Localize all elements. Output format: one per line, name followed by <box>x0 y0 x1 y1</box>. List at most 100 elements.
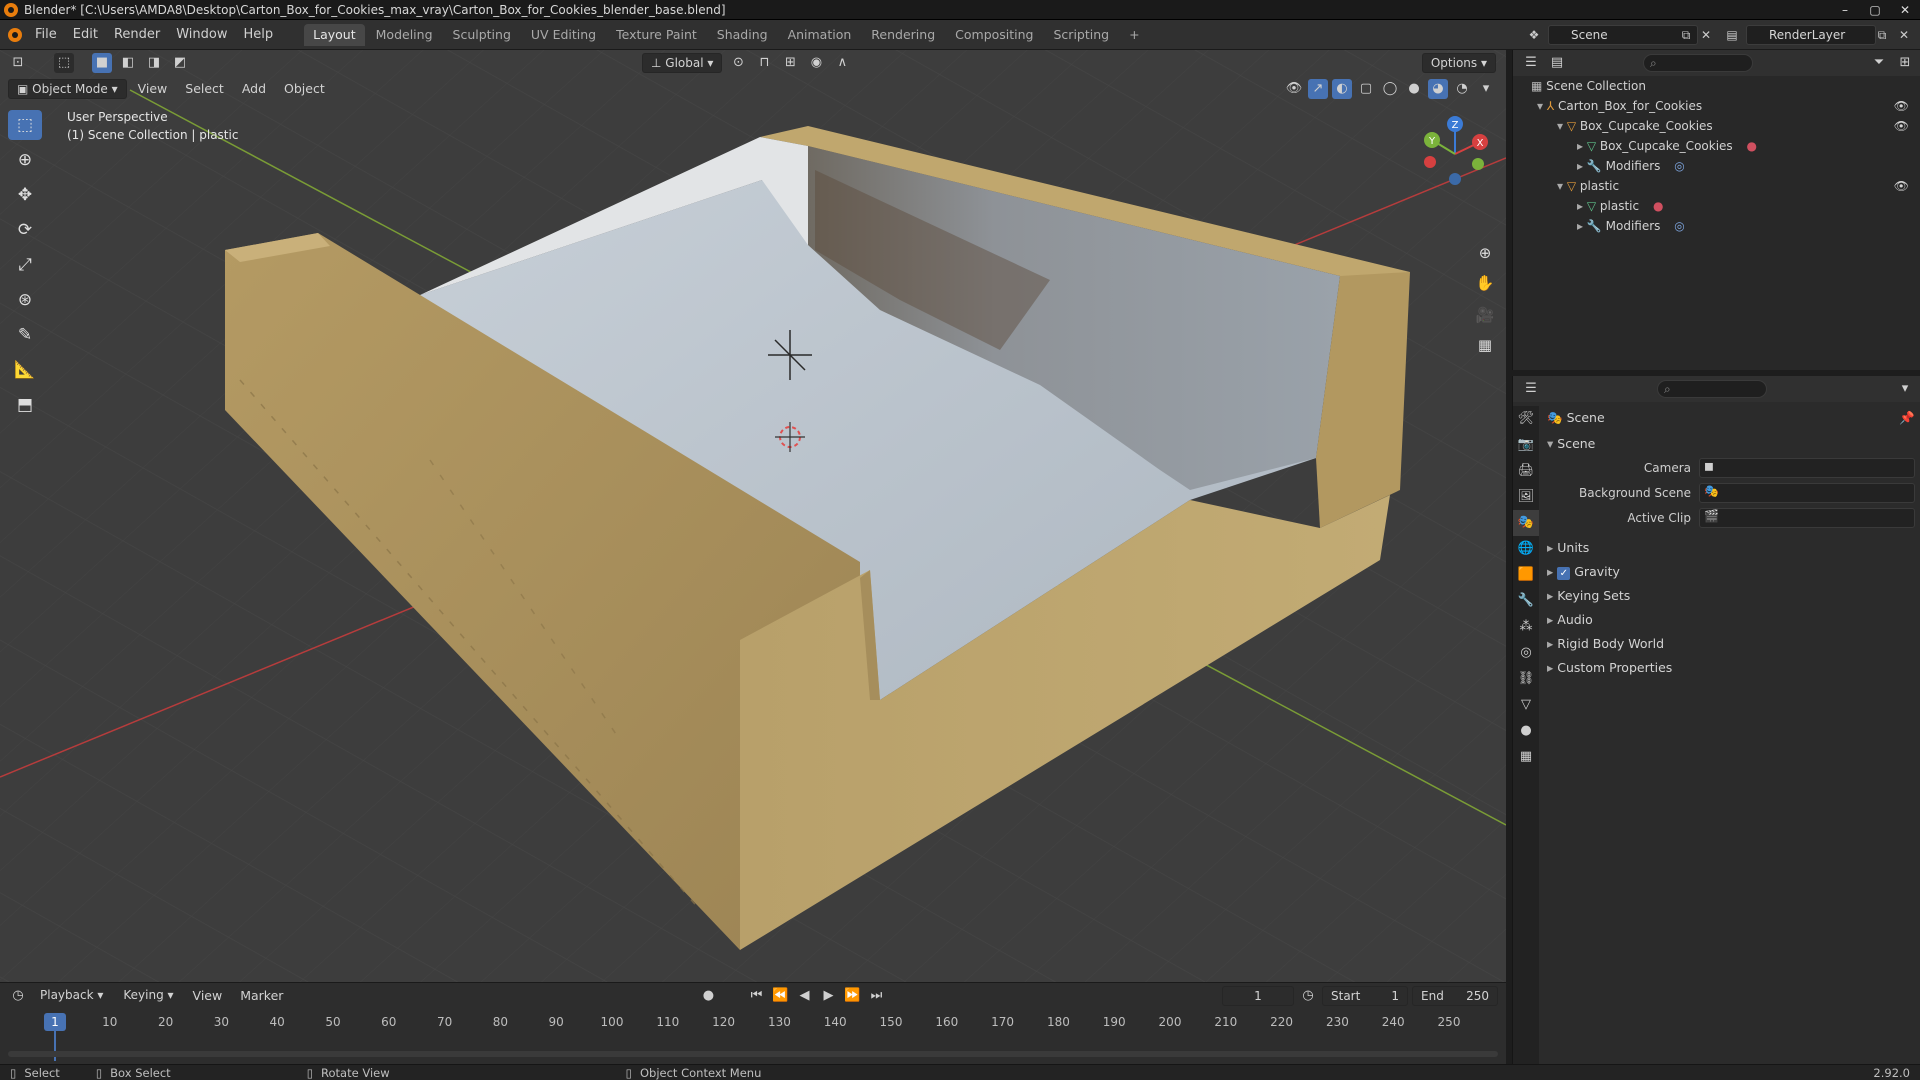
close-button[interactable]: ✕ <box>1890 0 1920 20</box>
outliner-editor-type-icon[interactable]: ☰ <box>1521 53 1541 73</box>
panel-units[interactable]: ▸ Units <box>1547 538 1589 558</box>
world-tab-icon[interactable]: 🌐 <box>1513 536 1539 562</box>
tab-modeling[interactable]: Modeling <box>367 24 442 46</box>
playhead[interactable]: 1 <box>44 1013 66 1031</box>
viewport-menu-add[interactable]: Add <box>235 76 273 102</box>
current-frame-field[interactable]: 1 <box>1222 986 1294 1006</box>
3d-viewport[interactable]: ⊡ ⬚ ■ ◧ ◨ ◩ ⊥ Global ▾ ⊙ ⊓ ⊞ ◉ ∧ Options… <box>0 50 1506 982</box>
properties-options-icon[interactable]: ▾ <box>1895 379 1915 399</box>
view-layer-tab-icon[interactable]: 🖼 <box>1513 484 1539 510</box>
mode-dropdown[interactable]: ▣ Object Mode ▾ <box>8 79 127 99</box>
solid-shading-icon[interactable]: ● <box>1404 79 1424 99</box>
particles-tab-icon[interactable]: ⁂ <box>1513 614 1539 640</box>
viewport-menu-object[interactable]: Object <box>277 76 332 102</box>
camera-field[interactable]: ◼ <box>1699 458 1915 478</box>
play-reverse-icon[interactable]: ◀ <box>794 986 814 1006</box>
tab-shading[interactable]: Shading <box>708 24 777 46</box>
panel-rigid-body-world[interactable]: ▸ Rigid Body World <box>1547 634 1664 654</box>
ortho-grid-icon[interactable]: ▦ <box>1472 332 1498 358</box>
rotate-tool[interactable]: ⟳ <box>8 215 42 245</box>
camera-view-icon[interactable]: 🎥 <box>1472 302 1498 328</box>
play-icon[interactable]: ▶ <box>818 986 838 1006</box>
pivot-point-icon[interactable]: ⊙ <box>728 53 748 73</box>
menu-render[interactable]: Render <box>107 20 167 50</box>
properties-editor[interactable]: ☰ ⌕ ▾ 🛠 📷 🖨 🖼 🎭 🌐 🟧 🔧 ⁂ ◎ ⛓ ▽ ● ▦ 🎭 Scen… <box>1512 376 1920 1064</box>
falloff-icon[interactable]: ∧ <box>832 53 852 73</box>
blender-menu-icon[interactable] <box>8 27 22 42</box>
modifier-tab-icon[interactable]: 🔧 <box>1513 588 1539 614</box>
texture-tab-icon[interactable]: ▦ <box>1513 744 1539 770</box>
timeline-menu-marker[interactable]: Marker <box>233 983 290 1009</box>
outliner-item[interactable]: ▾ ▽ plastic 👁 <box>1513 176 1920 196</box>
outliner-item[interactable]: ▸ ▽ Box_Cupcake_Cookies ● <box>1513 136 1920 156</box>
visibility-eye-icon[interactable]: 👁 <box>1894 116 1909 136</box>
gravity-checkbox[interactable]: ✓ <box>1557 567 1571 580</box>
prev-keyframe-icon[interactable]: ⏪ <box>770 986 790 1006</box>
pin-icon[interactable]: 📌 <box>1899 408 1915 428</box>
editor-type-icon[interactable]: ⊡ <box>8 53 28 73</box>
snap-increment-icon[interactable]: ⊞ <box>780 53 800 73</box>
outliner-item[interactable]: ▸ ▽ plastic ● <box>1513 196 1920 216</box>
move-tool[interactable]: ✥ <box>8 180 42 210</box>
visibility-eye-icon[interactable]: 👁 <box>1894 96 1909 116</box>
timeline-editor-type-icon[interactable]: ◷ <box>8 986 28 1006</box>
panel-gravity[interactable]: ▸ ✓ Gravity <box>1547 562 1620 582</box>
scene-tab-icon[interactable]: 🎭 <box>1513 510 1539 536</box>
menu-edit[interactable]: Edit <box>66 20 105 50</box>
menu-window[interactable]: Window <box>169 20 234 50</box>
minimize-button[interactable]: – <box>1830 0 1860 20</box>
scale-tool[interactable]: ⤢ <box>8 250 42 280</box>
outliner-item[interactable]: ▾ ⅄ Carton_Box_for_Cookies 👁 <box>1513 96 1920 116</box>
data-tab-icon[interactable]: ▽ <box>1513 692 1539 718</box>
menu-file[interactable]: File <box>28 20 64 50</box>
add-workspace-button[interactable]: + <box>1120 24 1148 46</box>
panel-custom-properties[interactable]: ▸ Custom Properties <box>1547 658 1672 678</box>
cursor-tool[interactable]: ⊕ <box>8 145 42 175</box>
select-box-tool[interactable]: ⬚ <box>8 110 42 140</box>
record-icon[interactable]: ● <box>698 986 718 1006</box>
outliner-item[interactable]: ▾ ▽ Box_Cupcake_Cookies 👁 <box>1513 116 1920 136</box>
physics-tab-icon[interactable]: ◎ <box>1513 640 1539 666</box>
options-dropdown[interactable]: Options ▾ <box>1421 53 1496 73</box>
visibility-icon[interactable]: 👁 <box>1284 79 1304 99</box>
select-tool-icon[interactable]: ⬚ <box>54 53 74 73</box>
transform-orientation-dropdown[interactable]: ⊥ Global ▾ <box>642 53 723 73</box>
view-layer-icon[interactable]: ▤ <box>1722 25 1742 45</box>
zoom-icon[interactable]: ⊕ <box>1472 240 1498 266</box>
outliner[interactable]: ☰ ▤ ⌕ ⏷ ⊞ ▦ Scene Collection ▾ ⅄ Carton_… <box>1512 50 1920 370</box>
display-mode-icon[interactable]: ▤ <box>1547 53 1567 73</box>
next-keyframe-icon[interactable]: ⏩ <box>842 986 862 1006</box>
outliner-root[interactable]: ▦ Scene Collection <box>1513 76 1920 96</box>
material-shading-icon[interactable]: ◕ <box>1428 79 1448 99</box>
panel-keying-sets[interactable]: ▸ Keying Sets <box>1547 586 1630 606</box>
start-frame-field[interactable]: Start 1 <box>1322 986 1408 1006</box>
maximize-button[interactable]: ▢ <box>1860 0 1890 20</box>
select-mode-extend-icon[interactable]: ◧ <box>118 53 138 73</box>
view-layer-field[interactable]: RenderLayer <box>1746 25 1876 45</box>
preview-range-icon[interactable]: ◷ <box>1298 986 1318 1006</box>
tab-rendering[interactable]: Rendering <box>862 24 944 46</box>
scene-selector-icon[interactable]: ❖ <box>1524 25 1544 45</box>
outliner-item[interactable]: ▸ 🔧 Modifiers ◎ <box>1513 216 1920 236</box>
add-cube-tool[interactable]: ⬒ <box>8 390 42 420</box>
tab-uv-editing[interactable]: UV Editing <box>522 24 605 46</box>
remove-view-layer-icon[interactable]: ✕ <box>1894 25 1914 45</box>
panel-scene-header[interactable]: ▾ Scene <box>1547 434 1595 454</box>
render-tab-icon[interactable]: 📷 <box>1513 432 1539 458</box>
new-scene-icon[interactable]: ⧉ <box>1676 25 1696 45</box>
timeline-editor[interactable]: ◷ Playback ▾ Keying ▾ View Marker ● ⏮ ⏪ … <box>0 982 1506 1064</box>
constraints-tab-icon[interactable]: ⛓ <box>1513 666 1539 692</box>
select-mode-invert-icon[interactable]: ◩ <box>170 53 190 73</box>
select-mode-subtract-icon[interactable]: ◨ <box>144 53 164 73</box>
properties-editor-type-icon[interactable]: ☰ <box>1521 379 1541 399</box>
visibility-eye-icon[interactable]: 👁 <box>1894 176 1909 196</box>
tab-sculpting[interactable]: Sculpting <box>444 24 520 46</box>
remove-scene-icon[interactable]: ✕ <box>1696 25 1716 45</box>
background-scene-field[interactable]: 🎭 <box>1699 483 1915 503</box>
gizmo-toggle-icon[interactable]: ↗ <box>1308 79 1328 99</box>
new-collection-icon[interactable]: ⊞ <box>1895 53 1915 73</box>
xray-icon[interactable]: ▢ <box>1356 79 1376 99</box>
outliner-search-input[interactable]: ⌕ <box>1643 54 1753 72</box>
annotate-tool[interactable]: ✎ <box>8 320 42 350</box>
tab-layout[interactable]: Layout <box>304 23 365 46</box>
